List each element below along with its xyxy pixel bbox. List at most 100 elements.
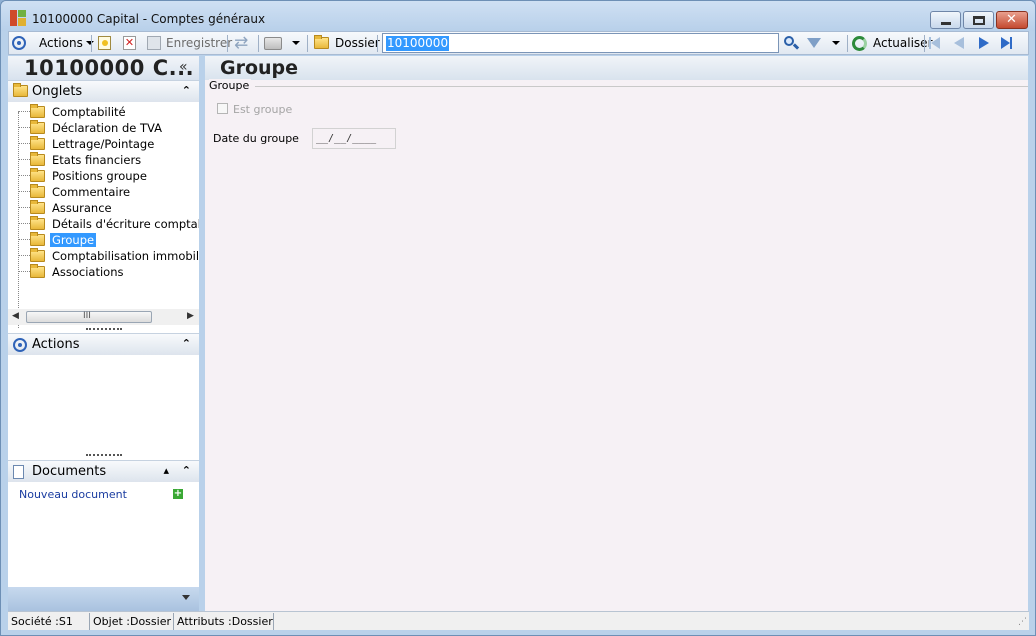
tree-item-label: Etats financiers	[52, 153, 142, 167]
minimize-button[interactable]	[930, 11, 961, 29]
splitter-grip[interactable]	[86, 328, 122, 330]
groupbox-border	[255, 86, 1028, 87]
previous-record-button[interactable]	[954, 32, 964, 54]
chevron-down-icon	[85, 41, 94, 45]
sync-button[interactable]: ⇄	[234, 32, 248, 54]
tree-item-positions-groupe[interactable]: Positions groupe	[8, 168, 199, 184]
tree-item-label: Groupe	[50, 233, 97, 247]
search-input[interactable]: 10100000	[382, 33, 779, 53]
scrollbar-thumb[interactable]: III	[26, 311, 152, 323]
actions-title: Actions	[32, 337, 80, 352]
actions-menu-label: Actions	[39, 36, 83, 50]
onglets-section-header[interactable]: Onglets ⌃	[8, 80, 199, 102]
document-icon	[13, 465, 24, 479]
actions-circle-icon	[12, 36, 26, 50]
search-button[interactable]	[783, 32, 800, 54]
next-record-button[interactable]	[979, 32, 989, 54]
actions-section-header[interactable]: Actions ⌃	[8, 333, 199, 355]
tree-item-associations[interactable]: Associations	[8, 264, 199, 280]
folder-icon	[30, 184, 45, 198]
tree-item-details-ecriture[interactable]: Détails d'écriture comptab	[8, 216, 199, 232]
left-panel: 10100000 C... « Onglets ⌃ Comptabilité D…	[8, 56, 199, 611]
first-record-button[interactable]	[929, 32, 940, 54]
tree-item-label: Assurance	[52, 201, 112, 215]
save-icon	[147, 36, 161, 50]
add-document-icon[interactable]: +	[173, 489, 183, 499]
next-record-icon	[979, 37, 989, 49]
tree-item-commentaire[interactable]: Commentaire	[8, 184, 199, 200]
horizontal-scrollbar[interactable]: ◀ III ▶	[8, 309, 199, 325]
expand-up-icon[interactable]: ▴	[163, 464, 169, 477]
tree-item-label: Déclaration de TVA	[52, 121, 163, 135]
main-content: Groupe Groupe Est groupe Date du groupe …	[205, 56, 1028, 611]
tree-item-comptabilite[interactable]: Comptabilité	[8, 104, 199, 120]
new-record-icon	[98, 36, 111, 50]
tree-item-comptabilisation[interactable]: Comptabilisation immobili	[8, 248, 199, 264]
dossier-button[interactable]: Dossier	[314, 32, 380, 54]
toolbar: Actions ✕ Enregistrer ⇄ Dossier 10100000	[8, 31, 1029, 55]
tree-item-assurance[interactable]: Assurance	[8, 200, 199, 216]
filter-button[interactable]	[807, 32, 821, 54]
chevron-down-icon[interactable]	[182, 595, 190, 600]
tree-item-label: Comptabilisation immobili	[52, 249, 199, 263]
print-dropdown[interactable]	[289, 32, 300, 54]
save-button[interactable]: Enregistrer	[147, 32, 232, 54]
status-attributs: Attributs :Dossier	[174, 613, 274, 630]
delete-button[interactable]: ✕	[123, 32, 136, 54]
refresh-icon	[852, 35, 867, 51]
maximize-button[interactable]	[963, 11, 994, 29]
tree-item-lettrage[interactable]: Lettrage/Pointage	[8, 136, 199, 152]
collapse-section-icon[interactable]: ⌃	[182, 464, 191, 477]
folder-icon	[30, 216, 45, 230]
filter-dropdown[interactable]	[829, 32, 840, 54]
first-record-icon	[929, 37, 940, 49]
chevron-down-icon	[292, 41, 300, 45]
title-bar: 10100000 Capital - Comptes généraux ✕	[1, 1, 1035, 31]
scrollbar-grip-label: III	[83, 311, 91, 321]
folder-icon	[30, 168, 45, 182]
tabs-tree: Comptabilité Déclaration de TVA Lettrage…	[8, 104, 199, 309]
search-input-value: 10100000	[386, 36, 450, 51]
documents-section-header[interactable]: Documents ▴ ⌃	[8, 460, 199, 482]
open-folder-icon	[30, 232, 45, 246]
previous-record-icon	[954, 37, 964, 49]
actions-circle-icon	[13, 338, 27, 352]
collapse-section-icon[interactable]: ⌃	[182, 337, 191, 350]
scroll-right-icon[interactable]: ▶	[187, 311, 194, 321]
dossier-label: Dossier	[335, 36, 380, 50]
new-record-button[interactable]	[98, 32, 111, 54]
maximize-icon	[973, 16, 985, 25]
date-groupe-field[interactable]: __/__/____	[312, 128, 396, 149]
refresh-button[interactable]: Actualiser	[852, 32, 933, 54]
tree-item-label: Lettrage/Pointage	[52, 137, 155, 151]
folder-icon	[30, 120, 45, 134]
folder-icon	[30, 152, 45, 166]
est-groupe-checkbox[interactable]	[217, 103, 228, 114]
collapse-section-icon[interactable]: ⌃	[182, 84, 191, 97]
resize-grip-icon[interactable]: ⋰	[1018, 617, 1027, 627]
splitter-grip[interactable]	[86, 454, 122, 456]
delete-icon: ✕	[123, 36, 136, 50]
print-button[interactable]	[264, 32, 282, 54]
groupbox-label: Groupe	[209, 79, 252, 92]
date-groupe-label: Date du groupe	[213, 132, 299, 145]
new-document-link[interactable]: Nouveau document	[19, 488, 127, 501]
tree-item-declaration-tva[interactable]: Déclaration de TVA	[8, 120, 199, 136]
tree-item-label: Détails d'écriture comptab	[52, 217, 199, 231]
onglets-title: Onglets	[32, 84, 83, 99]
collapse-panel-icon[interactable]: «	[179, 59, 188, 75]
actions-menu-icon-wrap[interactable]	[12, 32, 26, 54]
close-button[interactable]: ✕	[996, 11, 1028, 29]
status-objet: Objet :Dossier	[90, 613, 174, 630]
last-record-icon	[1001, 37, 1012, 49]
documents-title: Documents	[32, 464, 107, 479]
tree-item-groupe[interactable]: Groupe	[8, 232, 199, 248]
record-header: 10100000 C... «	[8, 56, 199, 80]
est-groupe-label: Est groupe	[233, 103, 293, 116]
last-record-button[interactable]	[1001, 32, 1012, 54]
actions-menu-button[interactable]: Actions	[39, 32, 94, 54]
scroll-left-icon[interactable]: ◀	[12, 311, 19, 321]
tree-item-label: Positions groupe	[52, 169, 147, 183]
tree-item-etats-financiers[interactable]: Etats financiers	[8, 152, 199, 168]
folder-icon	[30, 248, 45, 262]
